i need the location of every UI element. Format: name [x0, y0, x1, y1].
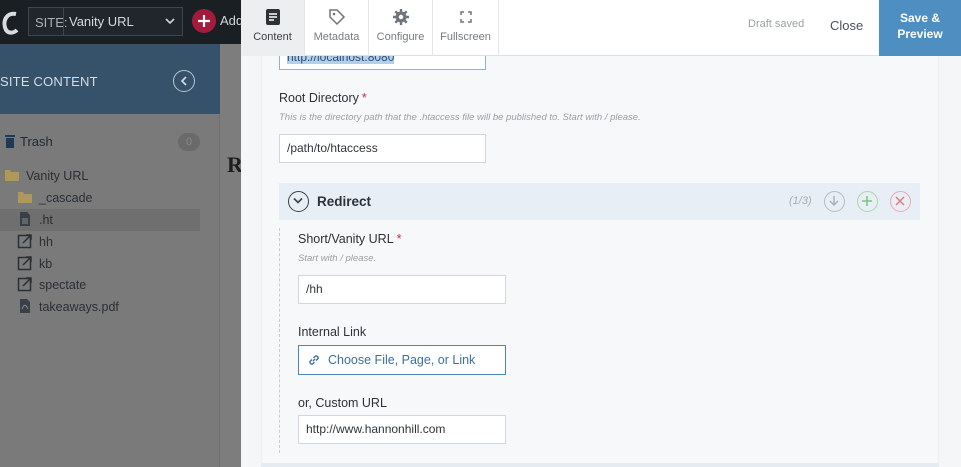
- tree-item-label: takeaways.pdf: [39, 300, 119, 314]
- add-button[interactable]: [192, 9, 216, 33]
- edit-modal: Content Metadata Configure Fullscreen Dr…: [241, 0, 961, 467]
- root-directory-label-text: Root Directory: [279, 91, 359, 105]
- choose-link-button[interactable]: Choose File, Page, or Link: [298, 345, 506, 375]
- previous-field-value: http://localhost:8080: [287, 56, 395, 64]
- required-marker: *: [396, 232, 402, 246]
- close-button[interactable]: Close: [830, 18, 863, 33]
- tab-configure[interactable]: Configure: [369, 0, 433, 56]
- short-url-label: Short/Vanity URL *: [298, 232, 402, 246]
- external-link-icon: [17, 277, 32, 292]
- short-url-help: Start with / please.: [298, 253, 377, 264]
- site-selector[interactable]: SITE: Vanity URL: [28, 7, 183, 36]
- move-down-button[interactable]: [824, 191, 845, 212]
- redirect-group-guide: [279, 228, 280, 453]
- tree-item-hh[interactable]: hh: [17, 231, 53, 253]
- chevron-left-icon: [180, 76, 187, 86]
- tab-label: Configure: [376, 31, 425, 43]
- gear-icon: [392, 9, 409, 25]
- tab-label: Metadata: [313, 31, 360, 43]
- save-label-line1: Save &: [899, 11, 941, 25]
- tab-label: Fullscreen: [440, 31, 491, 43]
- trash-item[interactable]: Trash: [4, 134, 53, 149]
- save-label-line2: Preview: [897, 27, 943, 41]
- short-url-label-text: Short/Vanity URL: [298, 232, 394, 246]
- remove-redirect-button[interactable]: [890, 191, 911, 212]
- sidebar-header: SITE CONTENT: [0, 44, 220, 114]
- tree-item-label: spectate: [39, 278, 87, 292]
- tree-item-ht[interactable]: .ht: [0, 209, 200, 231]
- choose-link-label: Choose File, Page, or Link: [328, 353, 476, 367]
- previous-field-input[interactable]: http://localhost:8080: [279, 56, 486, 70]
- next-group-edge: [261, 463, 939, 467]
- folder-icon: [18, 192, 32, 203]
- tree-item-label: hh: [39, 235, 53, 249]
- redirect-group-header: Redirect (1/3): [279, 183, 920, 220]
- root-directory-help: This is the directory path that the .hta…: [279, 112, 641, 123]
- internal-link-label: Internal Link: [298, 325, 367, 339]
- chevron-down-icon: [293, 197, 303, 204]
- tag-icon: [328, 9, 345, 26]
- logo-icon: [2, 11, 19, 35]
- tab-fullscreen[interactable]: Fullscreen: [433, 0, 499, 56]
- plus-icon: [862, 196, 872, 206]
- trash-count-badge: 0: [178, 133, 200, 151]
- pdf-icon: [20, 299, 30, 313]
- modal-toolbar: Content Metadata Configure Fullscreen Dr…: [241, 0, 961, 56]
- trash-label: Trash: [20, 134, 53, 149]
- short-url-input[interactable]: /hh: [298, 275, 506, 304]
- tree-item-spectate[interactable]: spectate: [17, 274, 86, 296]
- sidebar: Trash 0 Vanity URL _cascade .ht hh kb sp…: [0, 114, 220, 467]
- tree-item-label: .ht: [39, 213, 53, 227]
- tree-item-label: kb: [39, 257, 53, 271]
- fullscreen-icon: [459, 11, 472, 23]
- tree-item-cascade[interactable]: _cascade: [17, 187, 93, 209]
- trash-icon: [5, 135, 15, 148]
- document-icon: [265, 9, 280, 25]
- custom-url-input[interactable]: http://www.hannonhill.com: [298, 415, 506, 444]
- add-label[interactable]: Add: [220, 13, 243, 28]
- save-preview-button[interactable]: Save & Preview: [879, 0, 961, 56]
- file-icon: [20, 212, 30, 226]
- arrow-down-icon: [829, 196, 839, 206]
- external-link-icon: [17, 256, 32, 271]
- tree-item-takeaways[interactable]: takeaways.pdf: [17, 296, 119, 318]
- tree-item-label: Vanity URL: [26, 169, 89, 183]
- external-link-icon: [17, 234, 32, 249]
- tab-content[interactable]: Content: [241, 0, 305, 56]
- sidebar-title: SITE CONTENT: [0, 74, 98, 89]
- chevron-down-icon: [165, 18, 175, 25]
- folder-icon: [5, 170, 19, 181]
- site-value: Vanity URL: [69, 14, 134, 29]
- draft-status: Draft saved: [748, 18, 805, 30]
- tab-label: Content: [253, 31, 292, 43]
- redirect-title: Redirect: [317, 194, 372, 209]
- plus-icon: [198, 15, 210, 27]
- tree-item-vanity-url[interactable]: Vanity URL: [4, 165, 88, 187]
- redirect-count: (1/3): [789, 195, 812, 207]
- root-directory-label: Root Directory *: [279, 91, 367, 105]
- link-icon: [309, 355, 319, 365]
- divider: [63, 8, 64, 35]
- root-directory-input[interactable]: /path/to/htaccess: [279, 134, 486, 163]
- collapse-sidebar-button[interactable]: [173, 70, 195, 92]
- custom-url-label: or, Custom URL: [298, 396, 387, 410]
- tab-metadata[interactable]: Metadata: [305, 0, 369, 56]
- add-redirect-button[interactable]: [857, 191, 878, 212]
- close-icon: [895, 196, 905, 206]
- tree-item-label: _cascade: [39, 191, 93, 205]
- tree-item-kb[interactable]: kb: [17, 253, 52, 275]
- required-marker: *: [361, 91, 367, 105]
- collapse-redirect-button[interactable]: [288, 191, 309, 212]
